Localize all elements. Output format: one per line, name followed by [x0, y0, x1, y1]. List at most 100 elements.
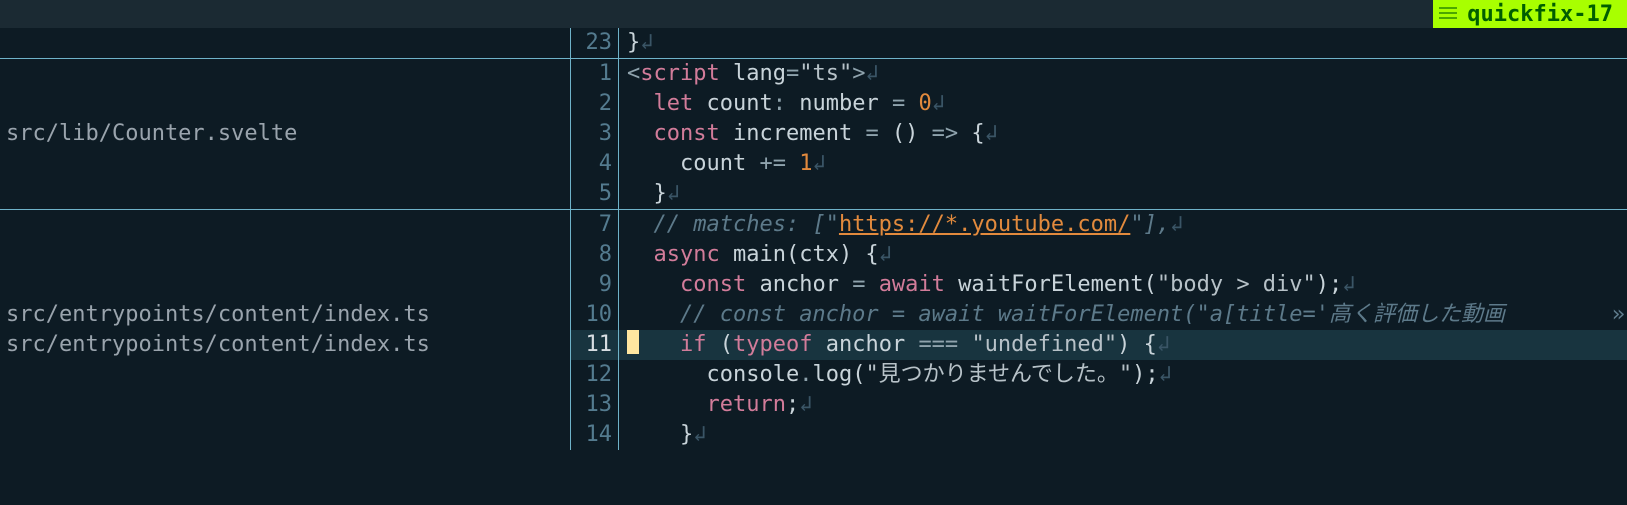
editor-pane: src/lib/Counter.svelte1<script lang="ts"… [0, 59, 1627, 209]
line-number: 1 [571, 59, 619, 89]
token: https://*.youtube.com/ [839, 212, 1130, 237]
token: ↲ [640, 30, 653, 55]
code-line[interactable]: 23}↲ [571, 28, 1627, 58]
code-content[interactable]: async main(ctx) {↲ [619, 240, 1627, 270]
token: ↲ [932, 91, 945, 116]
token: console [706, 362, 799, 387]
token: ); [1132, 362, 1159, 387]
token: < [627, 61, 640, 86]
code-content[interactable]: const anchor = await waitForElement("bod… [619, 270, 1627, 300]
token: const [680, 272, 746, 297]
code-line[interactable]: 2 let count: number = 0↲ [571, 89, 1627, 119]
token: 1 [799, 151, 812, 176]
token: ↲ [879, 242, 892, 267]
code-content[interactable]: console.log("見つかりませんでした。");↲ [619, 360, 1627, 390]
token [627, 91, 654, 116]
token [627, 151, 680, 176]
code-content[interactable]: <script lang="ts">↲ [619, 59, 1627, 89]
token: number [786, 91, 892, 116]
line-number: 13 [571, 390, 619, 420]
code-line[interactable]: 8 async main(ctx) {↲ [571, 240, 1627, 270]
token: === [918, 332, 958, 357]
line-number: 5 [571, 179, 619, 209]
line-number: 3 [571, 119, 619, 149]
line-number: 9 [571, 270, 619, 300]
token: const [654, 121, 720, 146]
token: { [958, 121, 985, 146]
code-line[interactable]: 12 console.log("見つかりませんでした。");↲ [571, 360, 1627, 390]
line-number: 4 [571, 149, 619, 179]
token [627, 121, 654, 146]
code-line[interactable]: 1<script lang="ts">↲ [571, 59, 1627, 89]
token: = [892, 91, 905, 116]
token: () [879, 121, 932, 146]
code-line[interactable]: 14 }↲ [571, 420, 1627, 450]
token: ↲ [985, 121, 998, 146]
token: ↲ [693, 422, 706, 447]
code-content[interactable]: count += 1↲ [619, 149, 1627, 179]
wrap-indicator-icon: » [1612, 300, 1625, 330]
code-line[interactable]: 9 const anchor = await waitForElement("b… [571, 270, 1627, 300]
token: = [852, 272, 865, 297]
token: lang [720, 61, 786, 86]
editor-pane: src/entrypoints/content/index.tssrc/entr… [0, 210, 1627, 450]
quickfix-badge[interactable]: quickfix-17 [1433, 0, 1627, 28]
token [905, 91, 918, 116]
quickfix-label: quickfix-17 [1467, 2, 1613, 27]
token: anchor [812, 332, 918, 357]
code-content[interactable]: }↲ [619, 28, 1627, 58]
code-column: 23}↲ [571, 28, 1627, 58]
code-content[interactable]: // const anchor = await waitForElement("… [619, 300, 1627, 330]
token: } [627, 30, 640, 55]
code-content[interactable]: }↲ [619, 179, 1627, 209]
code-line[interactable]: 5 }↲ [571, 179, 1627, 209]
token: += [759, 151, 786, 176]
code-content[interactable]: let count: number = 0↲ [619, 89, 1627, 119]
code-line[interactable]: 7 // matches: ["https://*.youtube.com/"]… [571, 210, 1627, 240]
tab-bar [0, 0, 1627, 28]
code-content[interactable]: const increment = () => {↲ [619, 119, 1627, 149]
file-path-column: src/entrypoints/content/index.tssrc/entr… [0, 210, 571, 450]
code-content[interactable]: return;↲ [619, 390, 1627, 420]
file-path[interactable]: src/entrypoints/content/index.ts [6, 330, 564, 360]
token: ); [1316, 272, 1343, 297]
code-line[interactable]: 13 return;↲ [571, 390, 1627, 420]
token: ↲ [1342, 272, 1355, 297]
token: ↲ [1159, 362, 1172, 387]
code-line[interactable]: 11 if (typeof anchor === "undefined") {↲ [571, 330, 1627, 360]
token: ↲ [865, 61, 878, 86]
token: ↲ [1170, 212, 1183, 237]
token: "undefined" [971, 332, 1117, 357]
token [627, 272, 680, 297]
token: = [786, 61, 799, 86]
code-line[interactable]: 4 count += 1↲ [571, 149, 1627, 179]
token: count [680, 151, 759, 176]
token: . [799, 362, 812, 387]
file-path[interactable]: src/lib/Counter.svelte [6, 119, 564, 149]
token [627, 362, 706, 387]
token: ↲ [799, 392, 812, 417]
token [958, 332, 971, 357]
token [786, 151, 799, 176]
code-content[interactable]: }↲ [619, 420, 1627, 450]
token: // matches: [" [654, 212, 839, 237]
token: script [640, 61, 719, 86]
token [627, 302, 680, 327]
token: let [654, 91, 694, 116]
line-number: 8 [571, 240, 619, 270]
token: await [879, 272, 945, 297]
menu-icon [1439, 7, 1457, 21]
code-content[interactable]: if (typeof anchor === "undefined") {↲ [619, 330, 1627, 360]
file-path[interactable]: src/entrypoints/content/index.ts [6, 300, 564, 330]
token: 0 [918, 91, 931, 116]
token: main(ctx) { [720, 242, 879, 267]
line-number: 11 [571, 330, 619, 360]
token: anchor [746, 272, 852, 297]
token [627, 242, 654, 267]
code-line[interactable]: 10 // const anchor = await waitForElemen… [571, 300, 1627, 330]
token: // const anchor = await waitForElement("… [680, 302, 1505, 327]
code-line[interactable]: 3 const increment = () => {↲ [571, 119, 1627, 149]
token: "見つかりませんでした。" [865, 362, 1132, 387]
line-number: 10 [571, 300, 619, 330]
code-content[interactable]: // matches: ["https://*.youtube.com/"],↲ [619, 210, 1627, 240]
